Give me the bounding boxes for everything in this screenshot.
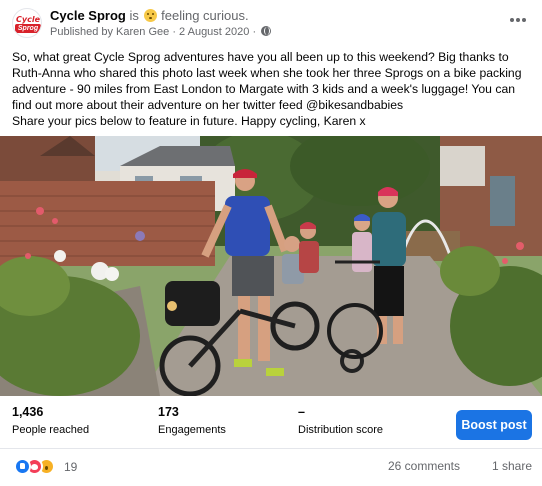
feeling-text: feeling curious. (161, 8, 249, 23)
comments-count-link[interactable]: 26 comments (388, 459, 460, 473)
published-by: Published by Karen Gee (50, 26, 170, 38)
post-meta: Published by Karen Gee · 2 August 2020 · (50, 26, 272, 38)
boost-post-button[interactable]: Boost post (456, 410, 532, 440)
distribution-score-label: Distribution score (298, 424, 383, 436)
meta-separator: · (172, 26, 176, 38)
distribution-score-value: – (298, 405, 305, 419)
shares-count-link[interactable]: 1 share (492, 459, 532, 473)
like-reaction-icon (14, 458, 31, 475)
meta-separator-2: · (252, 26, 257, 38)
engagements-stat: 173 Engagements (158, 404, 226, 438)
avatar-logo-bottom: Sprog (15, 24, 41, 33)
feeling-emoji-icon (143, 9, 157, 22)
post-card: Cycle Sprog Cycle Sprog is feeling curio… (0, 0, 542, 486)
post-header: Cycle Sprog Cycle Sprog is feeling curio… (0, 0, 542, 44)
engagements-label: Engagements (158, 424, 226, 436)
people-reached-value: 1,436 (12, 405, 44, 419)
is-text: is (129, 8, 139, 23)
post-paragraph: So, what great Cycle Sprog adventures ha… (12, 50, 522, 112)
engagements-value: 173 (158, 405, 179, 419)
avatar-logo-top: Cycle (16, 15, 40, 24)
post-paragraph: Share your pics below to feature in futu… (12, 114, 366, 128)
reaction-count: 19 (64, 460, 78, 474)
post-footer: 19 26 comments 1 share (0, 457, 542, 479)
divider (0, 448, 542, 449)
photo-scene (0, 136, 542, 396)
people-reached-stat: 1,436 People reached (12, 404, 89, 438)
post-title-line: Cycle Sprog is feeling curious. (50, 8, 249, 23)
insights-bar: 1,436 People reached 173 Engagements – D… (0, 404, 542, 444)
post-message: So, what great Cycle Sprog adventures ha… (12, 49, 534, 129)
page-avatar[interactable]: Cycle Sprog (12, 8, 42, 38)
globe-icon (261, 26, 272, 36)
distribution-score-stat: – Distribution score (298, 404, 383, 438)
people-reached-label: People reached (12, 424, 90, 436)
post-date-link[interactable]: 2 August 2020 (179, 26, 249, 38)
more-options-icon[interactable] (508, 12, 528, 26)
page-name-link[interactable]: Cycle Sprog (50, 8, 126, 23)
post-photo[interactable] (0, 136, 542, 396)
